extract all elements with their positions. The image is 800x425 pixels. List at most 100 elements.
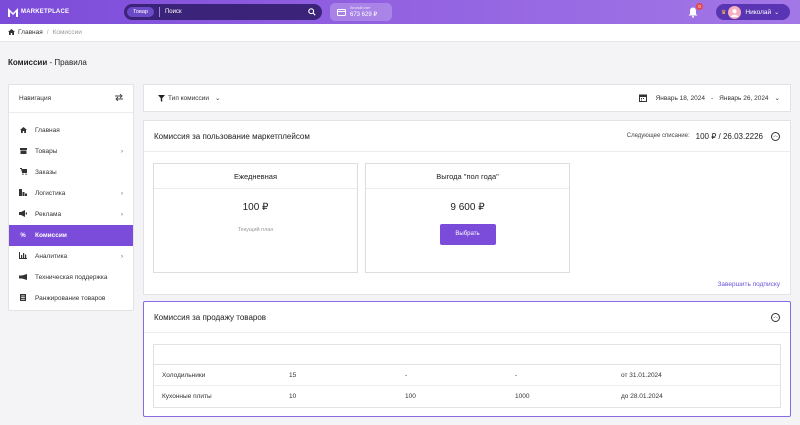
cell-value: 15 <box>289 371 297 379</box>
sidebar-item-home[interactable]: Главная <box>9 120 133 141</box>
wallet-balance[interactable]: Личный счет 673 629 ₽ <box>330 3 392 21</box>
cart-icon <box>19 168 28 177</box>
plan-title: Ежедневная <box>154 164 357 189</box>
sidebar-item-commissions[interactable]: % Комиссии <box>9 225 133 246</box>
plan-title: Выгода "пол года" <box>366 164 569 189</box>
cell-value: 10 <box>289 393 297 400</box>
table-row: Холодильники 15 - - от 31.01.2024 <box>154 365 780 386</box>
table-header <box>154 345 780 365</box>
commission-table: Холодильники 15 - - от 31.01.2024 Кухонн… <box>153 344 781 408</box>
marketplace-commission-panel: Комиссия за пользование маркетплейсом Сл… <box>143 120 791 295</box>
box-icon <box>19 147 27 156</box>
wallet-label: Личный счет <box>350 6 371 10</box>
home-icon <box>8 28 15 37</box>
chevron-right-icon: › <box>121 190 123 197</box>
sidebar-item-analytics[interactable]: Аналитика › <box>9 246 133 267</box>
sidebar-title: Навигация <box>19 95 52 102</box>
chevron-down-icon: ⌄ <box>774 95 780 102</box>
calendar-icon <box>638 94 647 102</box>
collapse-icon[interactable]: ︿ <box>771 131 780 141</box>
next-charge-label: Следующее списание: <box>626 133 690 139</box>
panel-title: Комиссия за пользование маркетплейсом <box>154 131 310 141</box>
swap-icon[interactable] <box>115 93 123 103</box>
chevron-right-icon: › <box>121 253 123 260</box>
user-menu[interactable]: ♛ Николай ⌄ <box>716 4 790 20</box>
search-input[interactable]: Поиск <box>165 9 304 15</box>
filter-label: Тип комиссии <box>168 94 210 102</box>
sidebar-nav: Главная Товары › Заказы Логистика › Рекл… <box>9 113 133 309</box>
plan-price: 9 600 ₽ <box>450 202 485 213</box>
collapse-icon[interactable]: ︿ <box>771 312 780 322</box>
ranking-icon <box>19 294 27 303</box>
sidebar-item-label: Комиссии <box>35 232 67 239</box>
search-icon[interactable] <box>304 4 320 20</box>
cell-category: Холодильники <box>162 371 206 379</box>
truck-icon <box>19 189 27 198</box>
sidebar-header: Навигация <box>9 85 133 113</box>
wallet-value: 673 629 ₽ <box>350 12 378 18</box>
sales-commission-panel: Комиссия за продажу товаров ︿ Холодильни… <box>143 301 791 417</box>
plan-card-daily: Ежедневная 100 ₽ Текущий план <box>153 163 358 273</box>
sidebar-item-products[interactable]: Товары › <box>9 141 133 162</box>
cell-value: 1000 <box>515 393 530 400</box>
logo-icon <box>8 7 18 17</box>
avatar <box>728 5 742 19</box>
home-icon <box>19 126 27 135</box>
sidebar-item-label: Техническая поддержка <box>35 274 108 281</box>
panel-title: Комиссия за продажу товаров <box>154 312 267 322</box>
cell-value: - <box>405 371 408 379</box>
notification-badge: 0 <box>696 3 703 10</box>
sidebar-item-logistics[interactable]: Логистика › <box>9 183 133 204</box>
search-category-button[interactable]: Товар <box>127 7 154 17</box>
next-charge-value: 100 ₽ / 26.03.2226 <box>695 131 763 141</box>
panel-header: Комиссия за продажу товаров ︿ <box>144 302 790 333</box>
sidebar-item-ads[interactable]: Реклама › <box>9 204 133 225</box>
sidebar-item-label: Заказы <box>35 169 57 176</box>
chevron-down-icon: ⌄ <box>215 95 221 102</box>
logo-text: MARKETPLACE <box>21 9 70 15</box>
sidebar-item-label: Реклама <box>35 211 62 218</box>
date-range-picker[interactable]: Январь 18, 2024 - Январь 26, 2024 ⌄ <box>638 94 780 102</box>
sidebar-item-label: Ранжирование товаров <box>35 295 106 302</box>
top-bar: MARKETPLACE Товар Поиск Личный счет 673 … <box>0 0 800 24</box>
table-row: Кухонные плиты 10 100 1000 до 28.01.2024 <box>154 386 780 407</box>
page-title-sub: - Правила <box>47 58 87 67</box>
chevron-right-icon: › <box>121 211 123 218</box>
chevron-down-icon: ⌄ <box>774 9 780 16</box>
sidebar-item-orders[interactable]: Заказы <box>9 162 133 183</box>
breadcrumb-separator: / <box>46 29 49 36</box>
user-name: Николай <box>745 8 772 16</box>
crown-icon: ♛ <box>721 9 727 16</box>
plan-card-half-year: Выгода "пол года" 9 600 ₽ Выбрать <box>365 163 570 273</box>
select-plan-button[interactable]: Выбрать <box>439 224 496 245</box>
page-title: Комиссии - Правила <box>8 58 87 67</box>
filter-bar: Тип комиссии ⌄ Январь 18, 2024 - Январь … <box>143 84 791 112</box>
cancel-subscription-link[interactable]: Завершить подписку <box>717 281 780 288</box>
chart-icon <box>19 252 27 261</box>
support-icon <box>19 273 27 282</box>
search-divider <box>158 7 160 17</box>
logo[interactable]: MARKETPLACE <box>8 7 70 17</box>
sidebar-item-support[interactable]: Техническая поддержка <box>9 267 133 288</box>
sidebar-item-label: Логистика <box>35 190 66 197</box>
current-plan-label: Текущий план <box>237 227 274 233</box>
commission-type-filter[interactable]: Тип комиссии ⌄ <box>158 94 224 102</box>
chevron-right-icon: › <box>121 148 123 155</box>
cell-category: Кухонные плиты <box>162 393 212 400</box>
sidebar: Навигация Главная Товары › Заказы Логист… <box>8 84 134 311</box>
breadcrumb: Главная / Комиссии <box>0 24 800 42</box>
date-separator: - <box>710 94 714 102</box>
sidebar-item-ranking[interactable]: Ранжирование товаров <box>9 288 133 309</box>
card-icon <box>337 8 346 16</box>
notifications-button[interactable]: 0 <box>688 3 703 20</box>
search-bar: Товар Поиск <box>124 4 322 20</box>
cell-date: от 31.01.2024 <box>621 371 662 379</box>
breadcrumb-home[interactable]: Главная <box>18 29 43 36</box>
sidebar-item-label: Аналитика <box>35 253 68 260</box>
sidebar-item-label: Главная <box>35 127 60 134</box>
cell-date: до 28.01.2024 <box>621 393 663 400</box>
megaphone-icon <box>19 210 27 219</box>
cell-value: 100 <box>405 393 416 400</box>
breadcrumb-current: Комиссии <box>52 29 82 36</box>
cell-value: - <box>515 371 518 379</box>
